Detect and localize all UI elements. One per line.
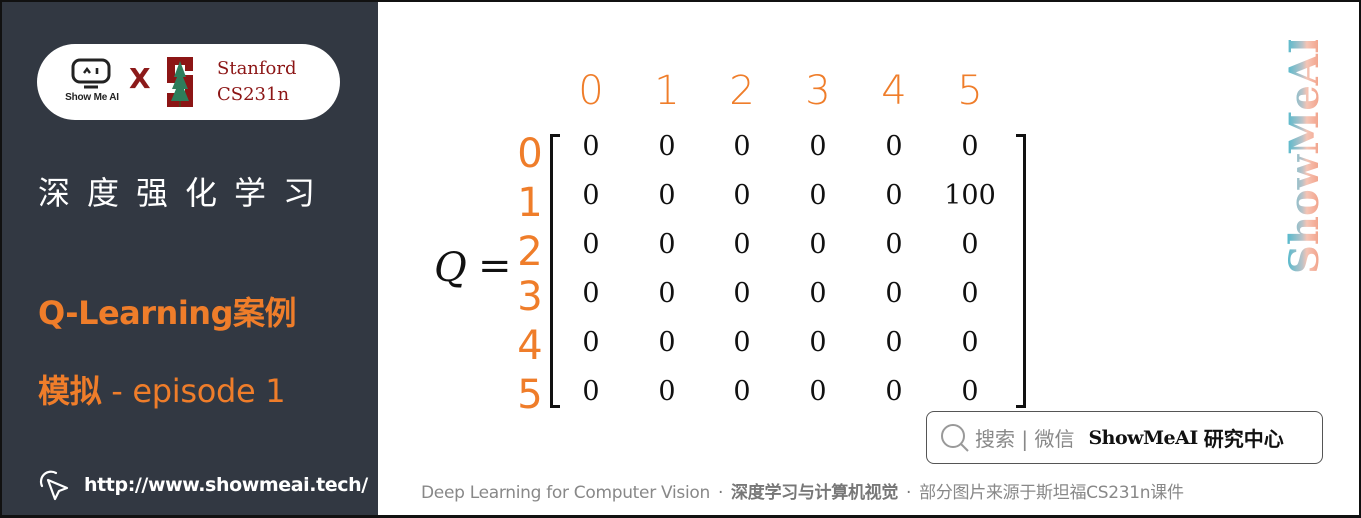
matrix-cell: 0 [582, 278, 600, 309]
monitor-robot-icon [71, 58, 111, 89]
footer-course-cn: 深度学习与计算机视觉 [731, 483, 899, 503]
column-header: 2 [729, 68, 755, 114]
matrix-cell: 0 [582, 327, 600, 358]
row-header: 1 [517, 180, 543, 226]
lesson-subtitle-episode: - episode 1 [101, 372, 286, 410]
matrix-cell: 0 [658, 131, 676, 162]
matrix-cell: 0 [961, 278, 979, 309]
brand-vertical-text: ShowMeAI [1286, 40, 1326, 274]
search-hint: 搜索 | 微信 [975, 427, 1075, 451]
row-header: 3 [517, 274, 543, 320]
search-icon [941, 423, 969, 452]
website-link[interactable]: http://www.showmeai.tech/ [36, 468, 368, 502]
stanford-label: Stanford [217, 58, 297, 79]
column-header: 1 [654, 68, 680, 114]
matrix-cell: 0 [658, 229, 676, 260]
search-brand-cn: 研究中心 [1203, 427, 1284, 451]
matrix-cell: 100 [944, 180, 996, 211]
cs231n-label: CS231n [217, 84, 290, 105]
stanford-logo-icon [167, 57, 193, 107]
column-header: 4 [881, 68, 907, 114]
wechat-search-box: 搜索 | 微信 ShowMeAI 研究中心 [926, 411, 1323, 464]
matrix-cell: 0 [733, 229, 751, 260]
matrix-cell: 0 [885, 376, 903, 407]
matrix-label: Q [434, 245, 467, 291]
showmeai-vertical-brand: ShowMeAI [1286, 40, 1326, 274]
matrix-cell: 0 [658, 376, 676, 407]
matrix-cell: 0 [658, 180, 676, 211]
matrix-cell: 0 [733, 327, 751, 358]
matrix-cell: 0 [733, 180, 751, 211]
cursor-click-icon [39, 470, 69, 501]
footer-course-en: Deep Learning for Computer Vision [421, 483, 710, 503]
matrix-cell: 0 [961, 131, 979, 162]
row-header: 0 [517, 131, 543, 177]
matrix-cell: 0 [885, 278, 903, 309]
collab-x-mark: X [129, 62, 151, 95]
matrix-cell: 0 [885, 131, 903, 162]
matrix-cell: 0 [885, 327, 903, 358]
matrix-cell: 0 [733, 278, 751, 309]
column-header: 5 [957, 68, 983, 114]
matrix-cell: 0 [809, 327, 827, 358]
course-title: 深度强化学习 [38, 174, 333, 212]
matrix-cell: 0 [961, 229, 979, 260]
showmeai-logo: Show Me AI [59, 58, 123, 108]
matrix-right-bracket [1016, 134, 1026, 408]
showmeai-logo-text: Show Me AI [65, 92, 119, 103]
lesson-subtitle: 模拟 - episode 1 [38, 366, 286, 412]
matrix-cell: 0 [582, 376, 600, 407]
row-header: 4 [517, 323, 543, 369]
footer-separator: · [717, 483, 724, 503]
footer-credit: 部分图片来源于斯坦福CS231n课件 [919, 483, 1184, 503]
search-brand: ShowMeAI [1088, 426, 1198, 449]
matrix-cell: 0 [582, 229, 600, 260]
footer-caption: Deep Learning for Computer Vision · 深度学习与计… [421, 478, 1184, 503]
equals-sign: = [478, 243, 512, 289]
matrix-cell: 0 [582, 180, 600, 211]
matrix-cell: 0 [885, 229, 903, 260]
matrix-cell: 0 [733, 376, 751, 407]
lesson-title: Q-Learning案例 [38, 294, 297, 332]
matrix-cell: 0 [809, 131, 827, 162]
matrix-cell: 0 [961, 327, 979, 358]
matrix-cell: 0 [809, 376, 827, 407]
row-header: 5 [517, 372, 543, 418]
matrix-cell: 0 [658, 327, 676, 358]
sidebar-panel: Show Me AI X Stanford CS231n 深度强化学习 Q-Le… [0, 0, 378, 518]
matrix-cell: 0 [809, 180, 827, 211]
matrix-cell: 0 [809, 229, 827, 260]
matrix-cell: 0 [582, 131, 600, 162]
matrix-cell: 0 [658, 278, 676, 309]
matrix-cell: 0 [961, 376, 979, 407]
lesson-subtitle-cn: 模拟 [38, 372, 102, 410]
matrix-cell: 0 [733, 131, 751, 162]
website-url[interactable]: http://www.showmeai.tech/ [84, 474, 368, 496]
footer-separator: · [906, 483, 912, 503]
matrix-cell: 0 [809, 278, 827, 309]
logo-banner: Show Me AI X Stanford CS231n [37, 44, 340, 120]
column-header: 0 [578, 68, 604, 114]
matrix-left-bracket [550, 134, 560, 408]
stanford-cs231n-text: Stanford CS231n [217, 56, 297, 108]
matrix-cell: 0 [885, 180, 903, 211]
row-header: 2 [517, 229, 543, 275]
column-header: 3 [805, 68, 831, 114]
